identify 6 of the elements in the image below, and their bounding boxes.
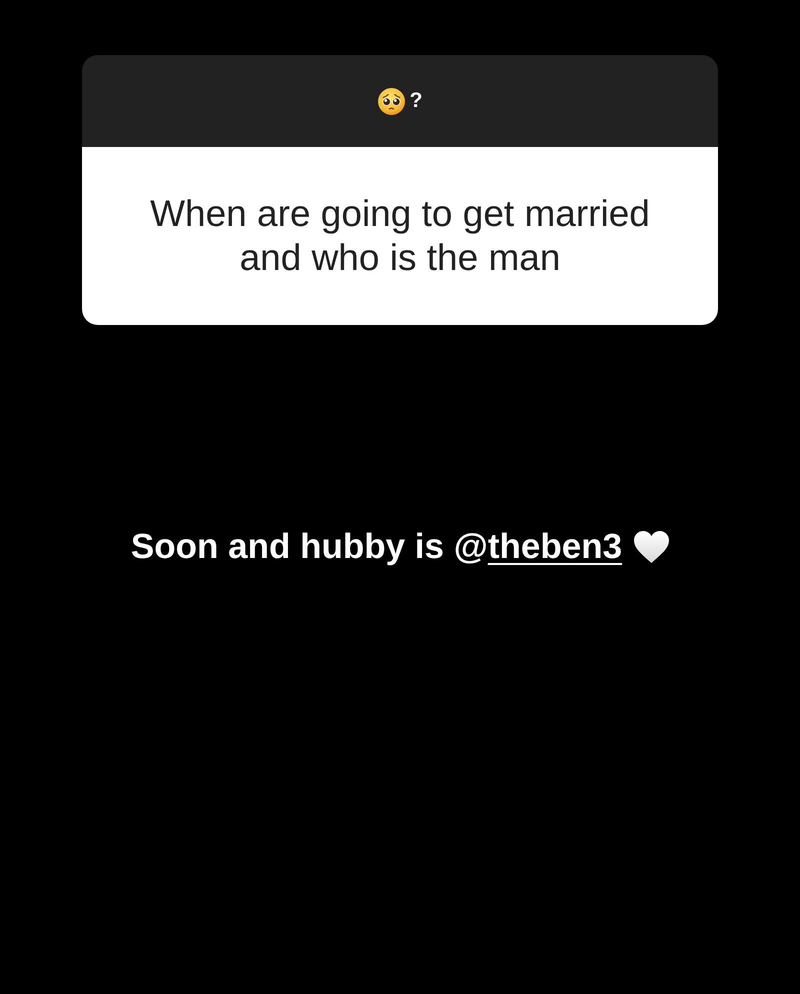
question-text: When are going to get married and who is the man bbox=[149, 192, 651, 280]
mention-link[interactable]: @theben3 bbox=[454, 527, 622, 566]
heart-icon bbox=[634, 531, 670, 563]
reply-text: Soon and hubby is @theben3 bbox=[130, 526, 622, 568]
pleading-face-icon bbox=[378, 88, 405, 114]
prompt-text: ? bbox=[410, 89, 422, 113]
